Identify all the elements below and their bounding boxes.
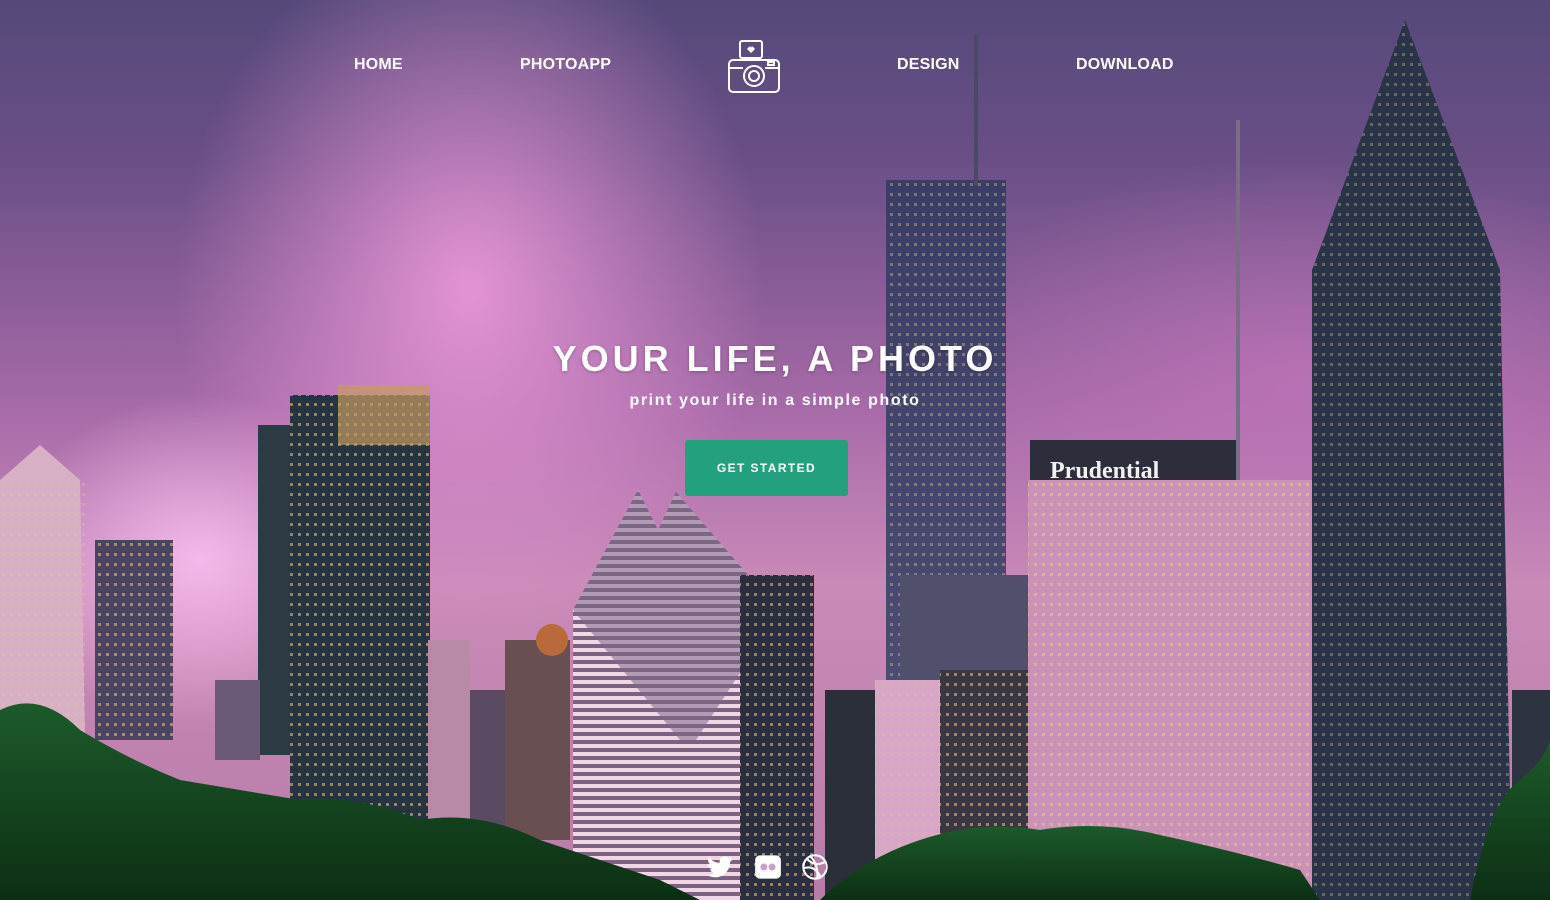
get-started-button[interactable]: GET STARTED xyxy=(685,440,848,496)
nav-photoapp-link[interactable]: PHOTOAPP xyxy=(520,56,611,74)
top-navigation: HOME PHOTOAPP DESIGN DOWNLOAD xyxy=(0,0,1550,120)
nav-design-link[interactable]: DESIGN xyxy=(897,56,960,74)
hero-subtitle: print your life in a simple photo xyxy=(629,392,921,409)
hero-title: YOUR LIFE, A PHOTO xyxy=(552,338,998,379)
nav-home-link[interactable]: HOME xyxy=(354,56,403,74)
flickr-icon[interactable] xyxy=(754,853,782,881)
twitter-icon[interactable] xyxy=(706,853,734,881)
hero-section: Prudential HOME PHOTOAPP DESIGN DOWNLOAD… xyxy=(0,0,1550,900)
dribbble-icon[interactable] xyxy=(801,853,829,881)
nav-download-link[interactable]: DOWNLOAD xyxy=(1076,56,1174,74)
camera-icon[interactable] xyxy=(724,38,784,98)
